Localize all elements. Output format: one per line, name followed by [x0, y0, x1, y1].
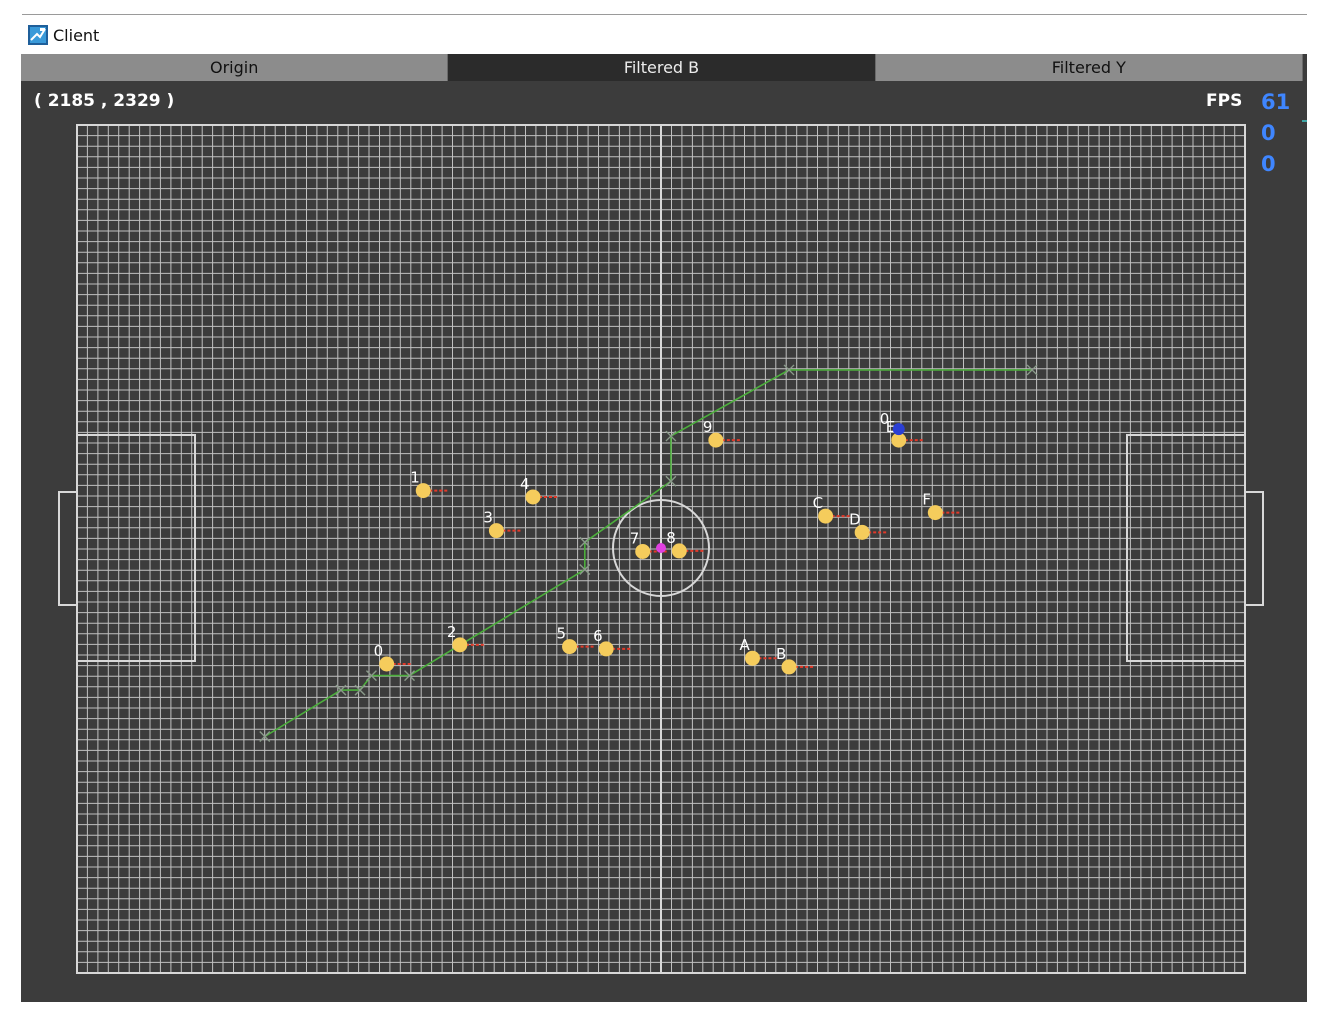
- player-label: 9: [703, 418, 713, 436]
- player-label: A: [739, 636, 750, 654]
- player-label: 1: [410, 469, 420, 487]
- player-label: D: [849, 510, 861, 528]
- players-layer: 012345 67 89A BCDEF0: [374, 410, 960, 675]
- player-label: 7: [630, 529, 640, 547]
- selected-marker: [892, 423, 905, 436]
- player-label: F: [922, 491, 931, 509]
- player-label: 6: [593, 627, 603, 645]
- ball: [656, 543, 666, 553]
- client-window: Origin Filtered B Filtered Y ( 2185 , 23…: [21, 54, 1307, 1002]
- player-label: 0: [374, 642, 384, 660]
- window-title: Client: [53, 25, 100, 45]
- right-penalty-box: [1126, 434, 1246, 662]
- left-penalty-box: [76, 434, 196, 662]
- selected-marker-label: 0: [880, 410, 890, 428]
- right-goal: [1244, 491, 1264, 606]
- top-separator: [22, 14, 1307, 15]
- player-label: 5: [557, 625, 567, 643]
- player-label: B: [776, 645, 786, 663]
- left-goal: [58, 491, 78, 606]
- soccer-field-canvas[interactable]: 012345 67 89A BCDEF0: [21, 54, 1307, 1002]
- app-icon: [28, 25, 48, 45]
- title-bar: Client: [28, 22, 99, 48]
- player-label: C: [813, 494, 823, 512]
- player-label: 2: [447, 623, 457, 641]
- player-label: 3: [483, 509, 493, 527]
- player-label: 4: [520, 475, 530, 493]
- player-label: 8: [666, 529, 676, 547]
